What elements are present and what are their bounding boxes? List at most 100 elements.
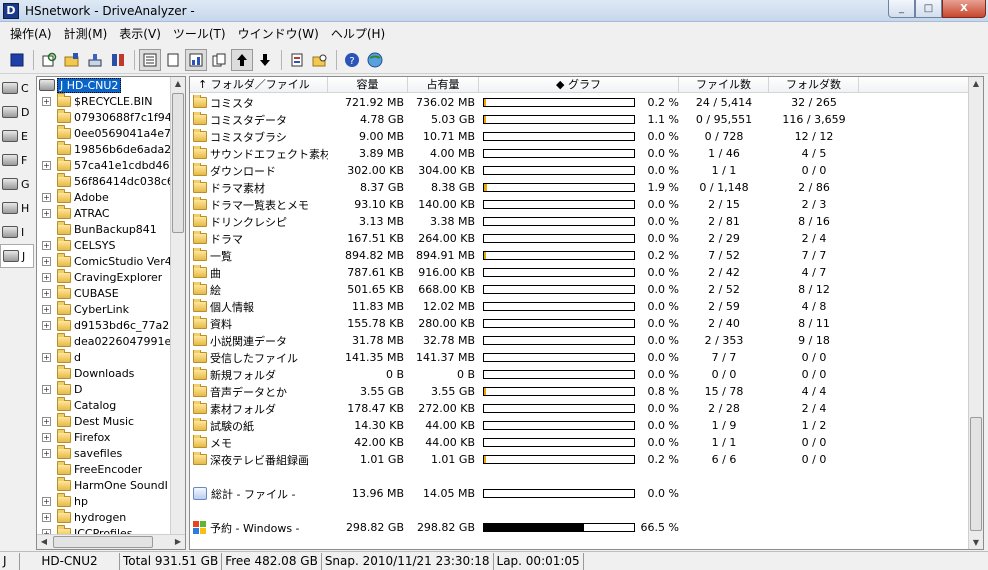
table-row[interactable]: ドラマ 167.51 KB 264.00 KB 0.0 % 2 / 29 2 / 4 xyxy=(190,230,970,247)
column-header-files[interactable]: ファイル数 xyxy=(679,77,769,93)
column-header-folder[interactable]: ↑ フォルダ／ファイル xyxy=(190,77,328,93)
folder-list-view[interactable]: ↑ フォルダ／ファイル 容量 占有量 ◆ グラフ ファイル数 フォルダ数 コミス… xyxy=(189,76,984,550)
scroll-right-arrow-icon[interactable]: ▶ xyxy=(171,537,185,546)
column-header-size[interactable]: 容量 xyxy=(328,77,408,93)
tree-scroll-thumb[interactable] xyxy=(172,93,184,233)
table-row[interactable]: メモ 42.00 KB 44.00 KB 0.0 % 1 / 1 0 / 0 xyxy=(190,434,970,451)
tree-item[interactable]: + CyberLink xyxy=(37,300,185,317)
table-row[interactable]: コミスタブラシ 9.00 MB 10.71 MB 0.0 % 0 / 728 12 / 1… xyxy=(190,128,970,145)
menu-window[interactable]: ウインドウ(W) xyxy=(232,24,325,44)
expand-toggle-icon[interactable]: + xyxy=(42,352,51,362)
tree-item[interactable]: 0ee0569041a4e75 xyxy=(37,124,185,141)
drive-item-d[interactable]: D xyxy=(0,100,34,124)
column-header-alloc[interactable]: 占有量 xyxy=(408,77,479,93)
tree-item[interactable]: + D xyxy=(37,380,185,397)
tree-item[interactable]: 56f86414dc038c6 xyxy=(37,172,185,189)
tree-item[interactable]: + hp xyxy=(37,492,185,509)
tree-item[interactable]: + ATRAC xyxy=(37,204,185,221)
table-row[interactable]: 音声データとか 3.55 GB 3.55 GB 0.8 % 15 / 78 4 / 4 xyxy=(190,383,970,400)
tree-item[interactable]: + CELSYS xyxy=(37,236,185,253)
tree-horizontal-scrollbar[interactable]: ◀ ▶ xyxy=(37,534,185,549)
table-row[interactable]: ダウンロード 302.00 KB 304.00 KB 0.0 % 1 / 1 0 / 0 xyxy=(190,162,970,179)
table-row[interactable]: 受信したファイル 141.35 MB 141.37 MB 0.0 % 7 / 7 0 / … xyxy=(190,349,970,366)
table-row[interactable]: 個人情報 11.83 MB 12.02 MB 0.0 % 2 / 59 4 / 8 xyxy=(190,298,970,315)
tree-item[interactable]: BunBackup841 xyxy=(37,220,185,237)
menu-view[interactable]: 表示(V) xyxy=(113,24,167,44)
expand-toggle-icon[interactable]: + xyxy=(42,448,51,458)
table-row[interactable]: 素材フォルダ 178.47 KB 272.00 KB 0.0 % 2 / 28 2 / 4 xyxy=(190,400,970,417)
menu-operation[interactable]: 操作(A) xyxy=(4,24,58,44)
column-header-folders[interactable]: フォルダ数 xyxy=(769,77,859,93)
scroll-up-arrow-icon[interactable]: ▲ xyxy=(171,79,185,88)
drive-item-c[interactable]: C xyxy=(0,76,34,100)
view-list-button[interactable] xyxy=(139,48,161,71)
tree-item[interactable]: + Adobe xyxy=(37,188,185,205)
expand-toggle-icon[interactable]: + xyxy=(42,512,51,522)
expand-toggle-icon[interactable]: + xyxy=(42,320,51,330)
minimize-button[interactable]: _ xyxy=(888,0,915,18)
scroll-up-arrow-icon[interactable]: ▲ xyxy=(969,79,983,88)
expand-toggle-icon[interactable]: + xyxy=(42,240,51,250)
list-vertical-scrollbar[interactable]: ▲ ▼ xyxy=(968,77,983,549)
scroll-down-arrow-icon[interactable]: ▼ xyxy=(969,538,983,547)
close-button[interactable]: X xyxy=(942,0,986,18)
expand-toggle-icon[interactable]: + xyxy=(42,384,51,394)
network-button[interactable] xyxy=(84,49,106,71)
tree-item[interactable]: +57ca41e1cdbd460 xyxy=(37,156,185,173)
view-graph-button[interactable] xyxy=(185,48,207,71)
tree-vertical-scrollbar[interactable]: ▲ xyxy=(170,77,185,535)
expand-toggle-icon[interactable]: + xyxy=(42,432,51,442)
tree-item[interactable]: + savefiles xyxy=(37,444,185,461)
drive-item-e[interactable]: E xyxy=(0,124,34,148)
tree-root[interactable]: J HD-CNU2 xyxy=(37,77,185,93)
compare-button[interactable] xyxy=(107,49,129,71)
maximize-button[interactable]: □ xyxy=(915,0,942,18)
table-row[interactable]: 試験の紙 14.30 KB 44.00 KB 0.0 % 1 / 9 1 / 2 xyxy=(190,417,970,434)
refresh-button[interactable] xyxy=(38,49,60,71)
table-row[interactable]: ドラマ素材 8.37 GB 8.38 GB 1.9 % 0 / 1,148 2 / 86 xyxy=(190,179,970,196)
folder-open-button[interactable] xyxy=(61,49,83,71)
table-row[interactable]: ドラマ一覧表とメモ 93.10 KB 140.00 KB 0.0 % 2 / 15 2 /… xyxy=(190,196,970,213)
tree-item[interactable]: dea0226047991e xyxy=(37,332,185,349)
table-row[interactable]: コミスタ 721.92 MB 736.02 MB 0.2 % 24 / 5,414 32 … xyxy=(190,94,970,111)
table-row[interactable]: 資料 155.78 KB 280.00 KB 0.0 % 2 / 40 8 / 11 xyxy=(190,315,970,332)
sort-descending-button[interactable] xyxy=(254,49,276,71)
drive-item-g[interactable]: G xyxy=(0,172,34,196)
table-row[interactable]: 絵 501.65 KB 668.00 KB 0.0 % 2 / 52 8 / 12 xyxy=(190,281,970,298)
tree-item[interactable]: + CravingExplorer xyxy=(37,268,185,285)
expand-toggle-icon[interactable]: + xyxy=(42,304,51,314)
table-row[interactable]: ドリンクレシピ 3.13 MB 3.38 MB 0.0 % 2 / 81 8 / 16 xyxy=(190,213,970,230)
tree-item[interactable]: Catalog xyxy=(37,396,185,413)
tree-item[interactable]: FreeEncoder xyxy=(37,460,185,477)
drive-item-j[interactable]: J xyxy=(0,244,34,268)
expand-toggle-icon[interactable]: + xyxy=(42,256,51,266)
table-row[interactable]: 新規フォルダ 0 B 0 B 0.0 % 0 / 0 0 / 0 xyxy=(190,366,970,383)
folder-tree[interactable]: J HD-CNU2 + $RECYCLE.BIN 07930688f7c1f94a2… xyxy=(36,76,186,550)
table-row[interactable]: 曲 787.61 KB 916.00 KB 0.0 % 2 / 42 4 / 7 xyxy=(190,264,970,281)
expand-toggle-icon[interactable]: + xyxy=(42,160,51,170)
table-row[interactable]: コミスタデータ 4.78 GB 5.03 GB 1.1 % 0 / 95,551 116 … xyxy=(190,111,970,128)
expand-toggle-icon[interactable]: + xyxy=(42,416,51,426)
tree-item[interactable]: + hydrogen xyxy=(37,508,185,525)
expand-toggle-icon[interactable]: + xyxy=(42,288,51,298)
sort-ascending-button[interactable] xyxy=(231,48,253,71)
table-row[interactable]: サウンドエフェクト素材 3.89 MB 4.00 MB 0.0 % 1 / 46 4 / … xyxy=(190,145,970,162)
list-scroll-thumb[interactable] xyxy=(970,417,982,531)
table-row[interactable]: 深夜テレビ番組録画 1.01 GB 1.01 GB 0.2 % 6 / 6 0 / 0 xyxy=(190,451,970,468)
help-button[interactable]: ? xyxy=(341,49,363,71)
tree-item[interactable]: 07930688f7c1f94a2 xyxy=(37,108,185,125)
summary-row[interactable]: 総計 - ファイル - 13.96 MB 14.05 MB 0.0 % xyxy=(190,485,970,502)
table-row[interactable]: 一覧 894.82 MB 894.91 MB 0.2 % 7 / 52 7 / 7 xyxy=(190,247,970,264)
tree-item[interactable]: 19856b6de6ada2d xyxy=(37,140,185,157)
tree-item[interactable]: + Firefox xyxy=(37,428,185,445)
expand-toggle-icon[interactable]: + xyxy=(42,272,51,282)
menu-tools[interactable]: ツール(T) xyxy=(167,24,232,44)
expand-toggle-icon[interactable]: + xyxy=(42,96,51,106)
tree-item[interactable]: Downloads xyxy=(37,364,185,381)
expand-toggle-icon[interactable]: + xyxy=(42,192,51,202)
expand-toggle-icon[interactable]: + xyxy=(42,496,51,506)
drive-item-f[interactable]: F xyxy=(0,148,34,172)
menu-measure[interactable]: 計測(M) xyxy=(58,24,114,44)
summary-row[interactable]: 予約 - Windows - 298.82 GB 298.82 GB 66.5 % xyxy=(190,519,970,536)
tree-item[interactable]: HarmOne SoundI xyxy=(37,476,185,493)
